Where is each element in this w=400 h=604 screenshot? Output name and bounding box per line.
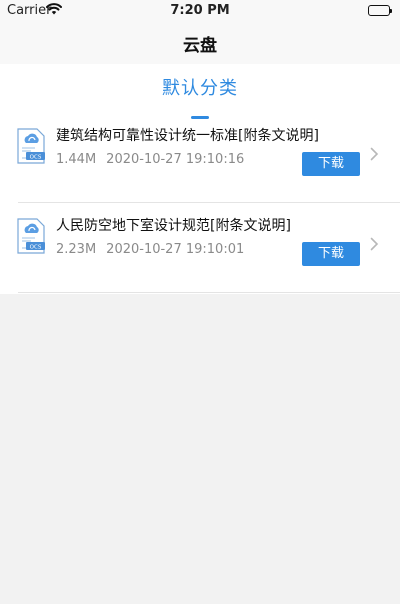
list-item[interactable]: OCS 人民防空地下室设计规范[附条文说明] 2.23M 2020-10-27 1… <box>0 204 400 292</box>
file-meta: 2.23M 2020-10-27 19:10:01 <box>56 242 244 257</box>
ocs-document-icon: OCS <box>17 128 45 164</box>
ocs-document-icon: OCS <box>17 218 45 254</box>
file-size: 1.44M <box>56 152 97 167</box>
icon-badge-text: OCS <box>30 154 42 160</box>
file-name: 人民防空地下室设计规范[附条文说明] <box>56 218 291 234</box>
status-time: 7:20 PM <box>170 3 230 18</box>
divider <box>18 292 400 293</box>
divider <box>18 202 400 203</box>
file-list-panel: 默认分类 OCS 建筑结构可靠性设计统一标准[附条文说明] 1.44M 2020-… <box>0 64 400 294</box>
status-bar: Carrier 7:20 PM <box>0 0 400 22</box>
navigation-bar: 云盘 <box>0 22 400 64</box>
tab-label: 默认分类 <box>162 78 238 99</box>
file-size: 2.23M <box>56 242 97 257</box>
list-item[interactable]: OCS 建筑结构可靠性设计统一标准[附条文说明] 1.44M 2020-10-27… <box>0 114 400 202</box>
file-date: 2020-10-27 19:10:16 <box>106 152 245 167</box>
battery-icon <box>368 5 392 16</box>
download-button[interactable]: 下载 <box>302 242 360 266</box>
page-title: 云盘 <box>183 36 217 56</box>
icon-badge-text: OCS <box>30 244 42 250</box>
download-button[interactable]: 下载 <box>302 152 360 176</box>
file-date: 2020-10-27 19:10:01 <box>106 242 245 257</box>
chevron-right-icon <box>370 236 379 255</box>
file-meta: 1.44M 2020-10-27 19:10:16 <box>56 152 244 167</box>
file-name: 建筑结构可靠性设计统一标准[附条文说明] <box>56 128 319 144</box>
tab-default-category[interactable]: 默认分类 <box>0 74 400 119</box>
chevron-right-icon <box>370 146 379 165</box>
